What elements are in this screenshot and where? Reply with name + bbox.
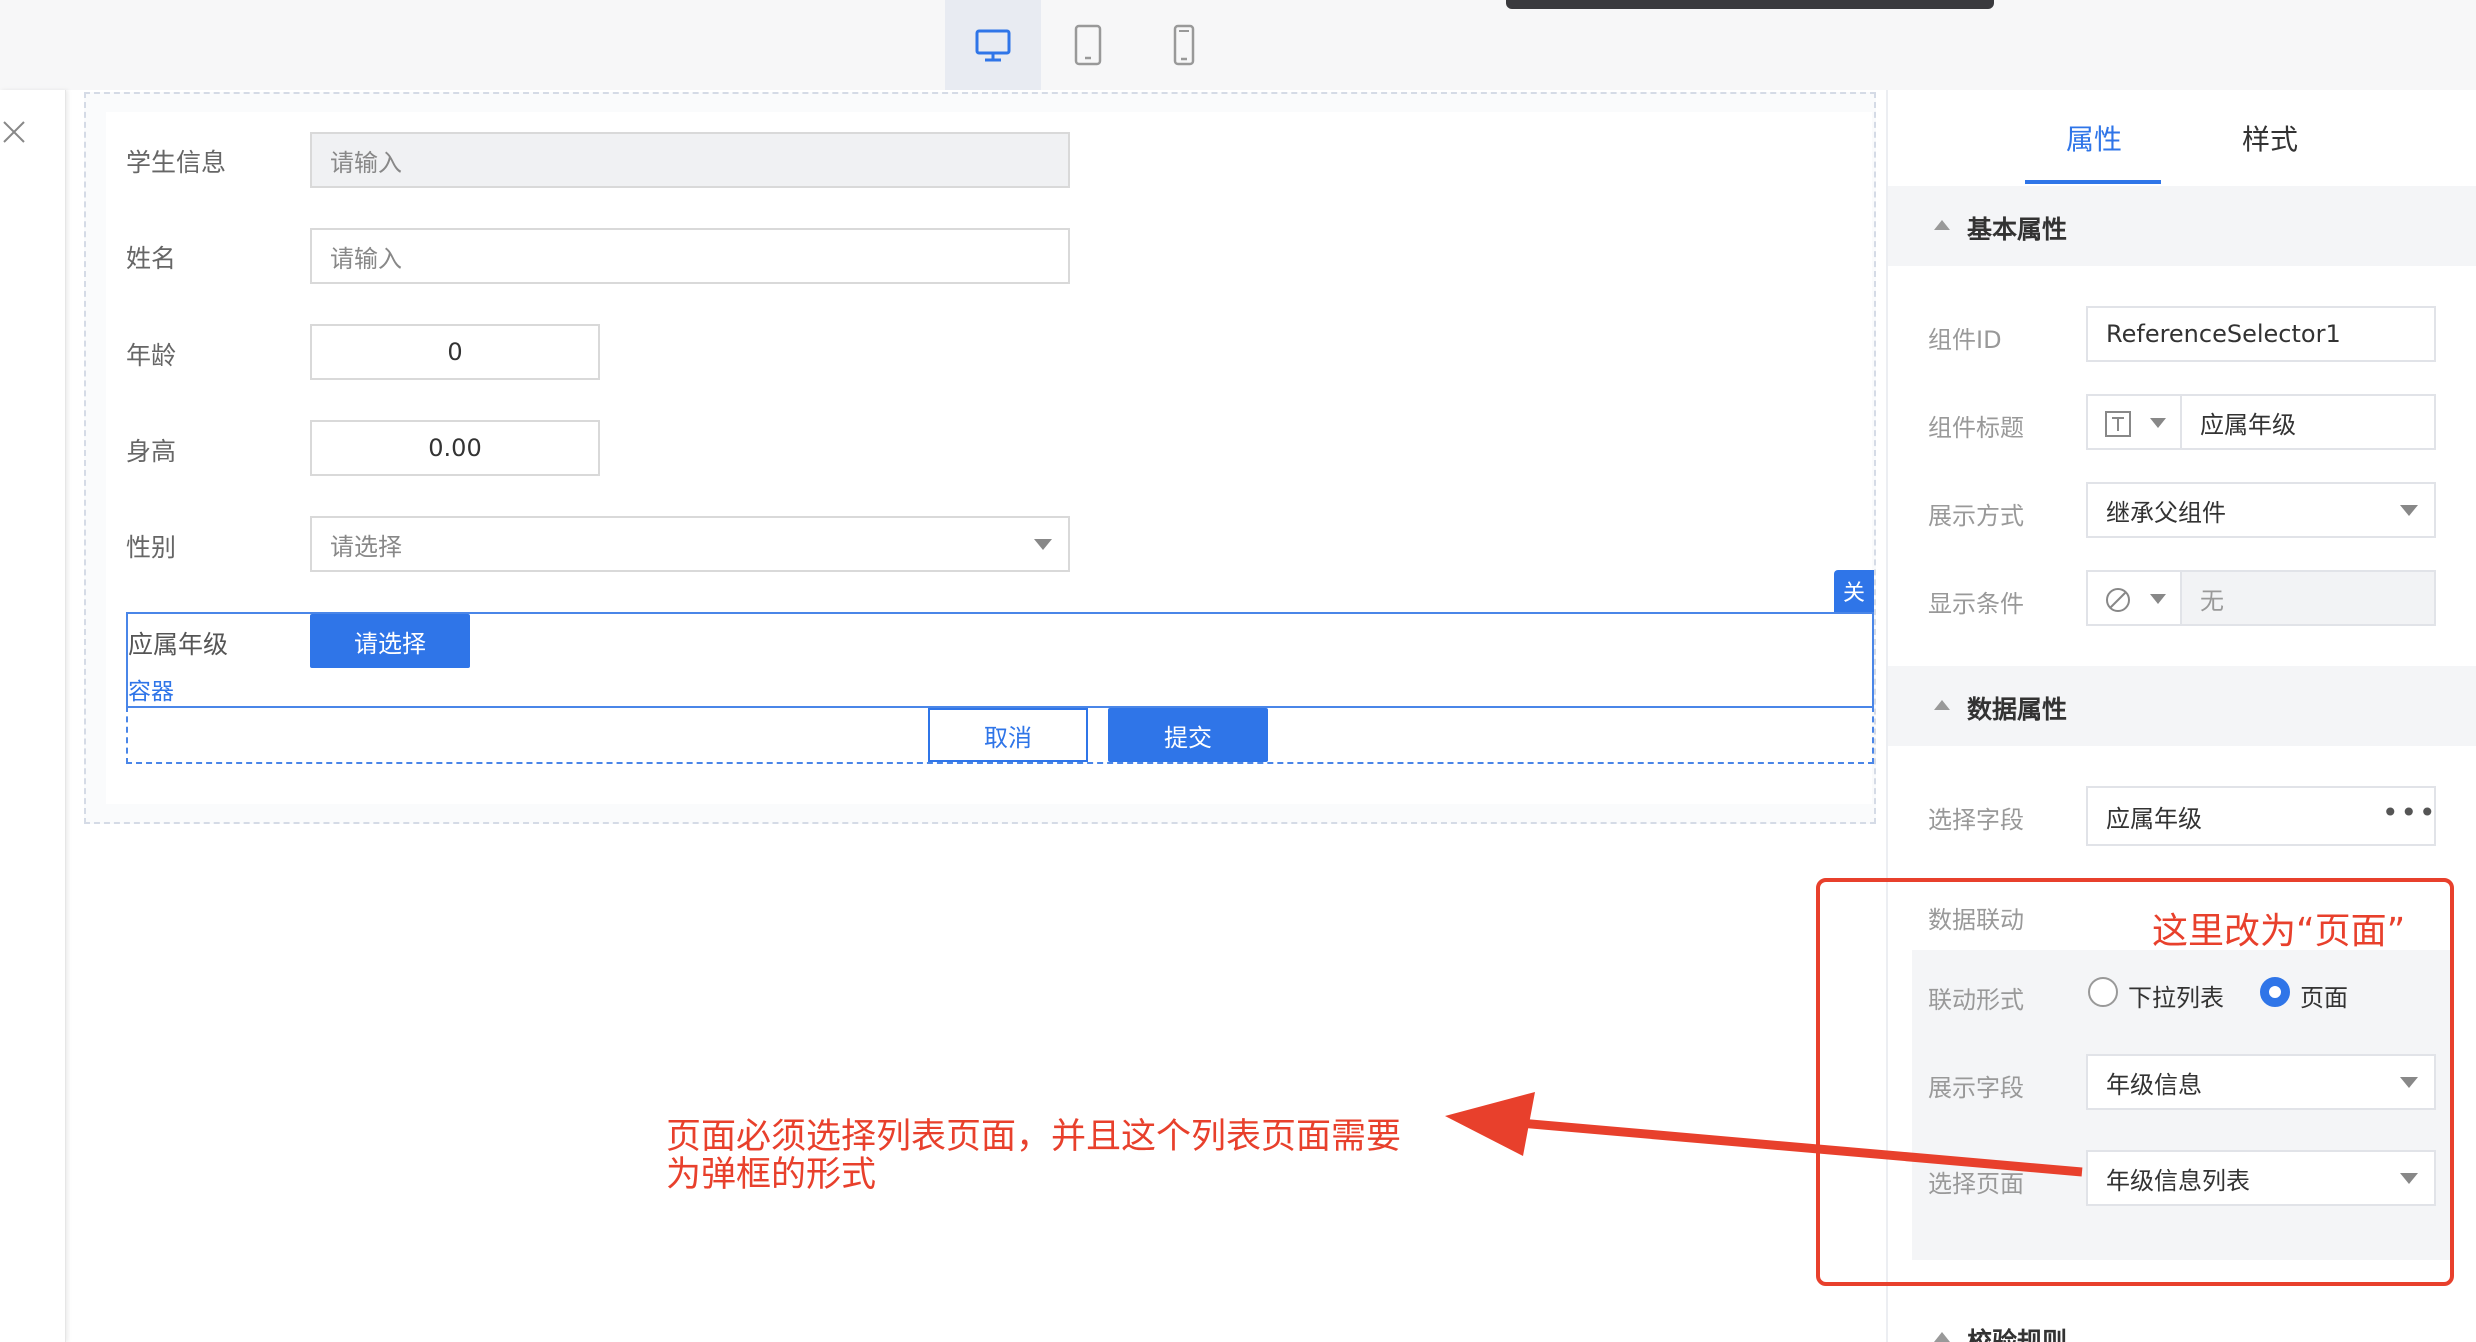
chevron-down-icon — [2400, 505, 2418, 516]
field-label-age: 年龄 — [126, 341, 177, 370]
active-tab-indicator — [2025, 180, 2161, 184]
annotation-note-main: 页面必须选择列表页面，并且这个列表页面需要 为弹框的形式 — [666, 1118, 1466, 1194]
name-input[interactable]: 请输入 — [310, 228, 1070, 284]
height-input[interactable]: 0.00 — [310, 420, 600, 476]
tablet-icon — [1074, 24, 1102, 66]
field-label-student-info: 学生信息 — [126, 148, 227, 177]
annotation-line-2: 为弹框的形式 — [666, 1155, 877, 1195]
field-label-name: 姓名 — [126, 244, 177, 273]
phone-icon — [1173, 24, 1195, 66]
more-icon[interactable]: ••• — [2382, 796, 2438, 829]
basic-properties-title: 基本属性 — [1967, 215, 2068, 244]
overlay-bar — [1506, 0, 1994, 9]
chevron-down-icon — [2150, 594, 2166, 604]
desktop-view-button[interactable] — [945, 0, 1041, 90]
field-label-gender: 性别 — [126, 533, 177, 562]
tab-properties[interactable]: 属性 — [2066, 118, 2122, 158]
left-sidebar — [0, 90, 66, 1342]
collapse-icon — [1934, 220, 1950, 230]
component-id-input[interactable]: ReferenceSelector1 — [2086, 306, 2436, 362]
desktop-icon — [975, 29, 1011, 62]
close-tag[interactable]: 关 — [1834, 570, 1874, 612]
cancel-button[interactable]: 取消 — [928, 708, 1088, 762]
data-properties-title: 数据属性 — [1967, 695, 2068, 724]
title-type-selector[interactable] — [2086, 394, 2182, 450]
select-field-label: 选择字段 — [1928, 806, 2024, 834]
display-mode-label: 展示方式 — [1928, 502, 2024, 530]
chevron-down-icon — [1034, 539, 1052, 550]
student-info-input[interactable]: 请输入 — [310, 132, 1070, 188]
age-input[interactable]: 0 — [310, 324, 600, 380]
grade-select-button[interactable]: 请选择 — [310, 614, 470, 668]
annotation-arrow-icon — [1445, 1092, 2083, 1177]
display-condition-input: 无 — [2180, 570, 2436, 626]
annotation-line-1: 页面必须选择列表页面，并且这个列表页面需要 — [666, 1117, 1402, 1157]
component-title-input[interactable]: 应属年级 — [2180, 394, 2436, 450]
chevron-down-icon — [2150, 418, 2166, 428]
gender-select[interactable]: 请选择 — [310, 516, 1070, 572]
condition-type-selector[interactable] — [2086, 570, 2182, 626]
tab-styles[interactable]: 样式 — [2242, 118, 2298, 158]
component-id-label: 组件ID — [1928, 326, 2002, 354]
display-mode-select[interactable]: 继承父组件 — [2086, 482, 2436, 538]
collapse-icon — [1934, 1332, 1950, 1342]
device-toolbar — [0, 0, 2476, 90]
container-label: 容器 — [128, 679, 174, 705]
close-icon[interactable] — [2, 120, 26, 144]
field-label-height: 身高 — [126, 437, 177, 466]
field-label-grade: 应属年级 — [128, 630, 229, 659]
no-symbol-icon — [2106, 588, 2130, 612]
phone-view-button[interactable] — [1136, 0, 1232, 90]
component-title-label: 组件标题 — [1928, 414, 2024, 442]
display-condition-label: 显示条件 — [1928, 590, 2024, 618]
annotation-note-top: 这里改为“页面” — [2152, 911, 2406, 952]
validation-rules-title: 校验规则 — [1967, 1327, 2068, 1342]
text-type-icon — [2105, 411, 2131, 437]
submit-button[interactable]: 提交 — [1108, 708, 1268, 762]
collapse-icon — [1934, 700, 1950, 710]
tablet-view-button[interactable] — [1040, 0, 1136, 90]
